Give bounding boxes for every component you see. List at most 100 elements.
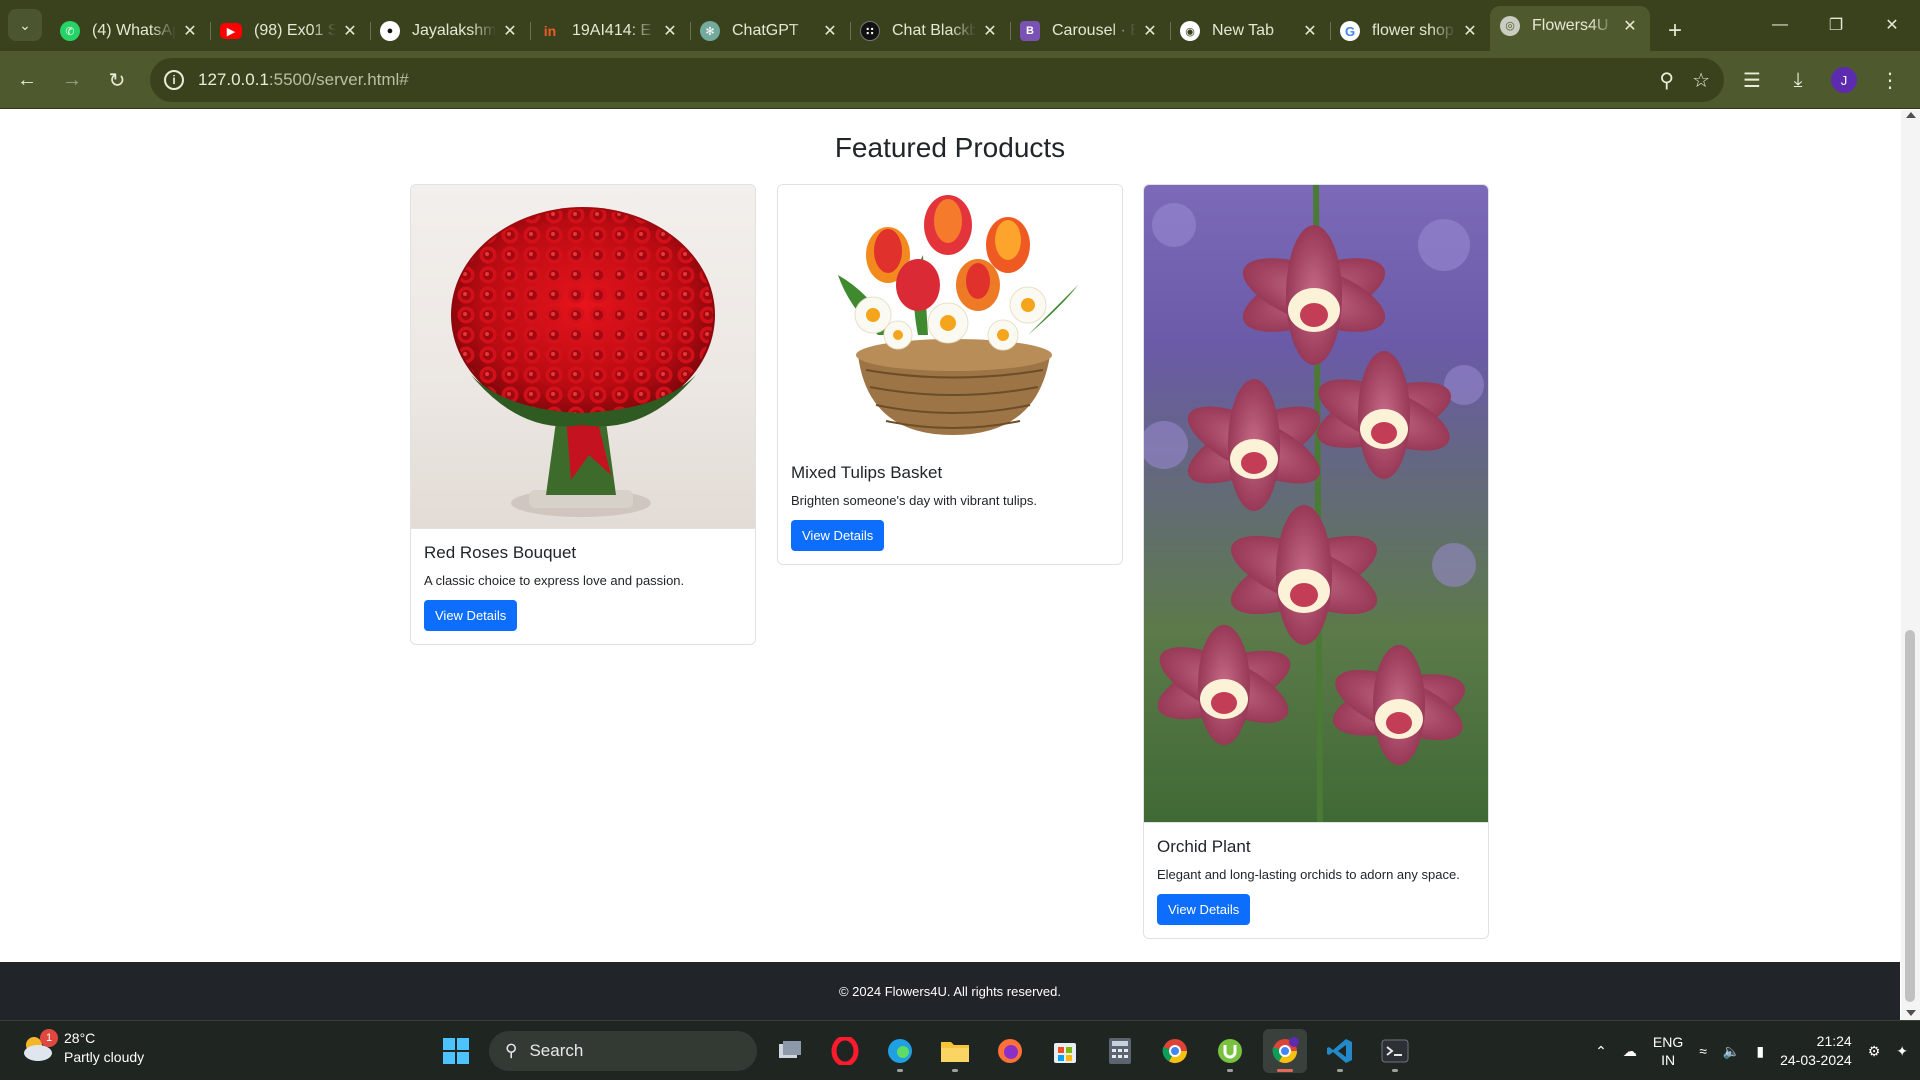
product-image-roses (411, 185, 755, 529)
reload-button[interactable]: ↻ (99, 62, 135, 98)
scrollbar-thumb[interactable] (1905, 630, 1915, 1002)
card-body: Mixed Tulips Basket Brighten someone's d… (778, 449, 1122, 564)
view-details-button[interactable]: View Details (791, 520, 885, 551)
terminal-icon (1381, 1039, 1409, 1063)
task-view-icon (779, 1041, 801, 1058)
product-description: A classic choice to express love and pas… (424, 573, 685, 588)
section-title: Featured Products (834, 132, 1066, 163)
view-details-button[interactable]: View Details (424, 600, 518, 631)
media-control-icon[interactable]: ☰ (1736, 64, 1768, 96)
avatar: J (1831, 67, 1857, 93)
opera-icon (831, 1037, 859, 1065)
tab-bootstrap[interactable]: B Carousel · B ✕ (1010, 12, 1170, 50)
tab-github[interactable]: ● Jayalakshmi ✕ (370, 12, 530, 50)
tab-title: (4) WhatsApp (92, 22, 176, 39)
more-menu-icon[interactable]: ⋮ (1874, 64, 1906, 96)
forward-button[interactable]: → (54, 62, 90, 98)
tab-title: flower shop (1372, 22, 1454, 39)
scroll-up-icon[interactable] (1906, 112, 1916, 118)
firefox-icon (998, 1039, 1022, 1063)
language-indicator[interactable]: ENG IN (1653, 1033, 1683, 1069)
clock[interactable]: 21:24 24-03-2024 (1780, 1032, 1852, 1070)
url-text[interactable]: 127.0.0.1:5500/server.html# (198, 70, 409, 90)
taskbar-terminal[interactable] (1373, 1029, 1417, 1073)
language-top: ENG (1652, 1034, 1684, 1050)
system-tray: ⌃ ☁ ENG IN ≈ 🔈 ▮ 21:24 24-03-2024 ⚙ ✦ (1595, 1021, 1920, 1081)
close-icon[interactable]: ✕ (1620, 16, 1640, 36)
chatgpt-icon: ✻ (700, 21, 720, 41)
tab-whatsapp[interactable]: ✆ (4) WhatsApp ✕ (50, 12, 210, 50)
card-body: Red Roses Bouquet A classic choice to ex… (411, 529, 755, 644)
close-icon[interactable]: ✕ (980, 21, 1000, 41)
taskbar-edge[interactable] (878, 1029, 922, 1073)
taskbar-store[interactable] (1043, 1029, 1087, 1073)
notification-bell-icon[interactable]: ⚙ (1868, 1043, 1881, 1060)
profile-button[interactable]: J (1828, 64, 1860, 96)
google-icon: G (1340, 21, 1360, 41)
restore-icon[interactable]: ❐ (1808, 0, 1864, 50)
tab-edx[interactable]: in 19AI414: E ✕ (530, 12, 690, 50)
scroll-down-icon[interactable] (1906, 1010, 1916, 1016)
tab-google-search[interactable]: G flower shop ✕ (1330, 12, 1490, 50)
battery-icon[interactable]: ▮ (1756, 1043, 1764, 1060)
address-bar[interactable]: i 127.0.0.1:5500/server.html# ⚲ ☆ (150, 58, 1724, 102)
close-icon[interactable]: ✕ (660, 21, 680, 41)
tab-flowers4u[interactable]: ◎ Flowers4U ✕ (1490, 6, 1650, 51)
taskbar-search[interactable]: ⚲ Search (489, 1031, 757, 1071)
tab-new-tab[interactable]: ◉ New Tab ✕ (1170, 12, 1330, 50)
weather-widget[interactable]: 1 28°C Partly cloudy (20, 1029, 144, 1067)
taskbar-calculator[interactable] (1098, 1029, 1142, 1073)
site-info-icon[interactable]: i (164, 70, 184, 90)
page-scrollbar[interactable] (1901, 110, 1920, 1020)
search-label: Search (529, 1041, 584, 1060)
volume-icon[interactable]: 🔈 (1723, 1043, 1740, 1060)
close-icon[interactable]: ✕ (1140, 21, 1160, 41)
new-tab-button[interactable]: + (1658, 12, 1692, 50)
tab-chatgpt[interactable]: ✻ ChatGPT ✕ (690, 12, 850, 50)
onedrive-icon[interactable]: ☁ (1623, 1043, 1637, 1060)
start-button[interactable] (434, 1029, 478, 1073)
language-bottom: IN (1661, 1052, 1676, 1068)
taskbar-utorrent[interactable] (1208, 1029, 1252, 1073)
bootstrap-icon: B (1020, 21, 1040, 41)
url-host: 127.0.0.1 (198, 70, 269, 89)
search-icon: ⚲ (505, 1041, 518, 1060)
task-view-button[interactable] (768, 1029, 812, 1073)
taskbar-opera[interactable] (823, 1029, 867, 1073)
product-name: Orchid Plant (1157, 837, 1251, 856)
back-button[interactable]: ← (9, 62, 45, 98)
clock-time: 21:24 (1816, 1033, 1852, 1049)
tab-title: (98) Ex01 S (254, 22, 336, 39)
wifi-icon[interactable]: ≈ (1699, 1043, 1707, 1059)
minimize-icon[interactable]: — (1752, 0, 1808, 50)
copilot-icon[interactable]: ✦ (1896, 1043, 1908, 1060)
blackbox-icon: ∷ (860, 21, 880, 41)
close-icon[interactable]: ✕ (1460, 21, 1480, 41)
card-body: Orchid Plant Elegant and long-lasting or… (1144, 823, 1488, 938)
folder-icon (941, 1042, 969, 1062)
zoom-icon[interactable]: ⚲ (1659, 68, 1674, 93)
view-details-button[interactable]: View Details (1157, 894, 1251, 925)
download-icon[interactable]: ⤓ (1782, 64, 1814, 96)
taskbar-chrome-profile[interactable] (1263, 1029, 1307, 1073)
tab-youtube[interactable]: ▶ (98) Ex01 S ✕ (210, 12, 370, 50)
tab-title: New Tab (1212, 22, 1274, 39)
close-icon[interactable]: ✕ (820, 21, 840, 41)
taskbar-vscode[interactable] (1318, 1029, 1362, 1073)
page-footer: © 2024 Flowers4U. All rights reserved. (0, 962, 1900, 1020)
taskbar-firefox[interactable] (988, 1029, 1032, 1073)
close-icon[interactable]: ✕ (180, 21, 200, 41)
close-icon[interactable]: ✕ (500, 21, 520, 41)
window-controls: — ❐ ✕ (1752, 0, 1920, 50)
tab-title: Jayalakshmi (412, 22, 496, 39)
close-window-icon[interactable]: ✕ (1864, 0, 1920, 50)
globe-icon: ◎ (1500, 15, 1520, 36)
close-icon[interactable]: ✕ (1300, 21, 1320, 41)
tab-search-button[interactable]: ⌄ (8, 9, 42, 41)
taskbar-chrome[interactable] (1153, 1029, 1197, 1073)
taskbar-file-explorer[interactable] (933, 1029, 977, 1073)
tab-blackbox[interactable]: ∷ Chat Blackbox ✕ (850, 12, 1010, 50)
close-icon[interactable]: ✕ (340, 21, 360, 41)
chevron-up-icon[interactable]: ⌃ (1595, 1043, 1607, 1060)
bookmark-star-icon[interactable]: ☆ (1692, 68, 1710, 93)
